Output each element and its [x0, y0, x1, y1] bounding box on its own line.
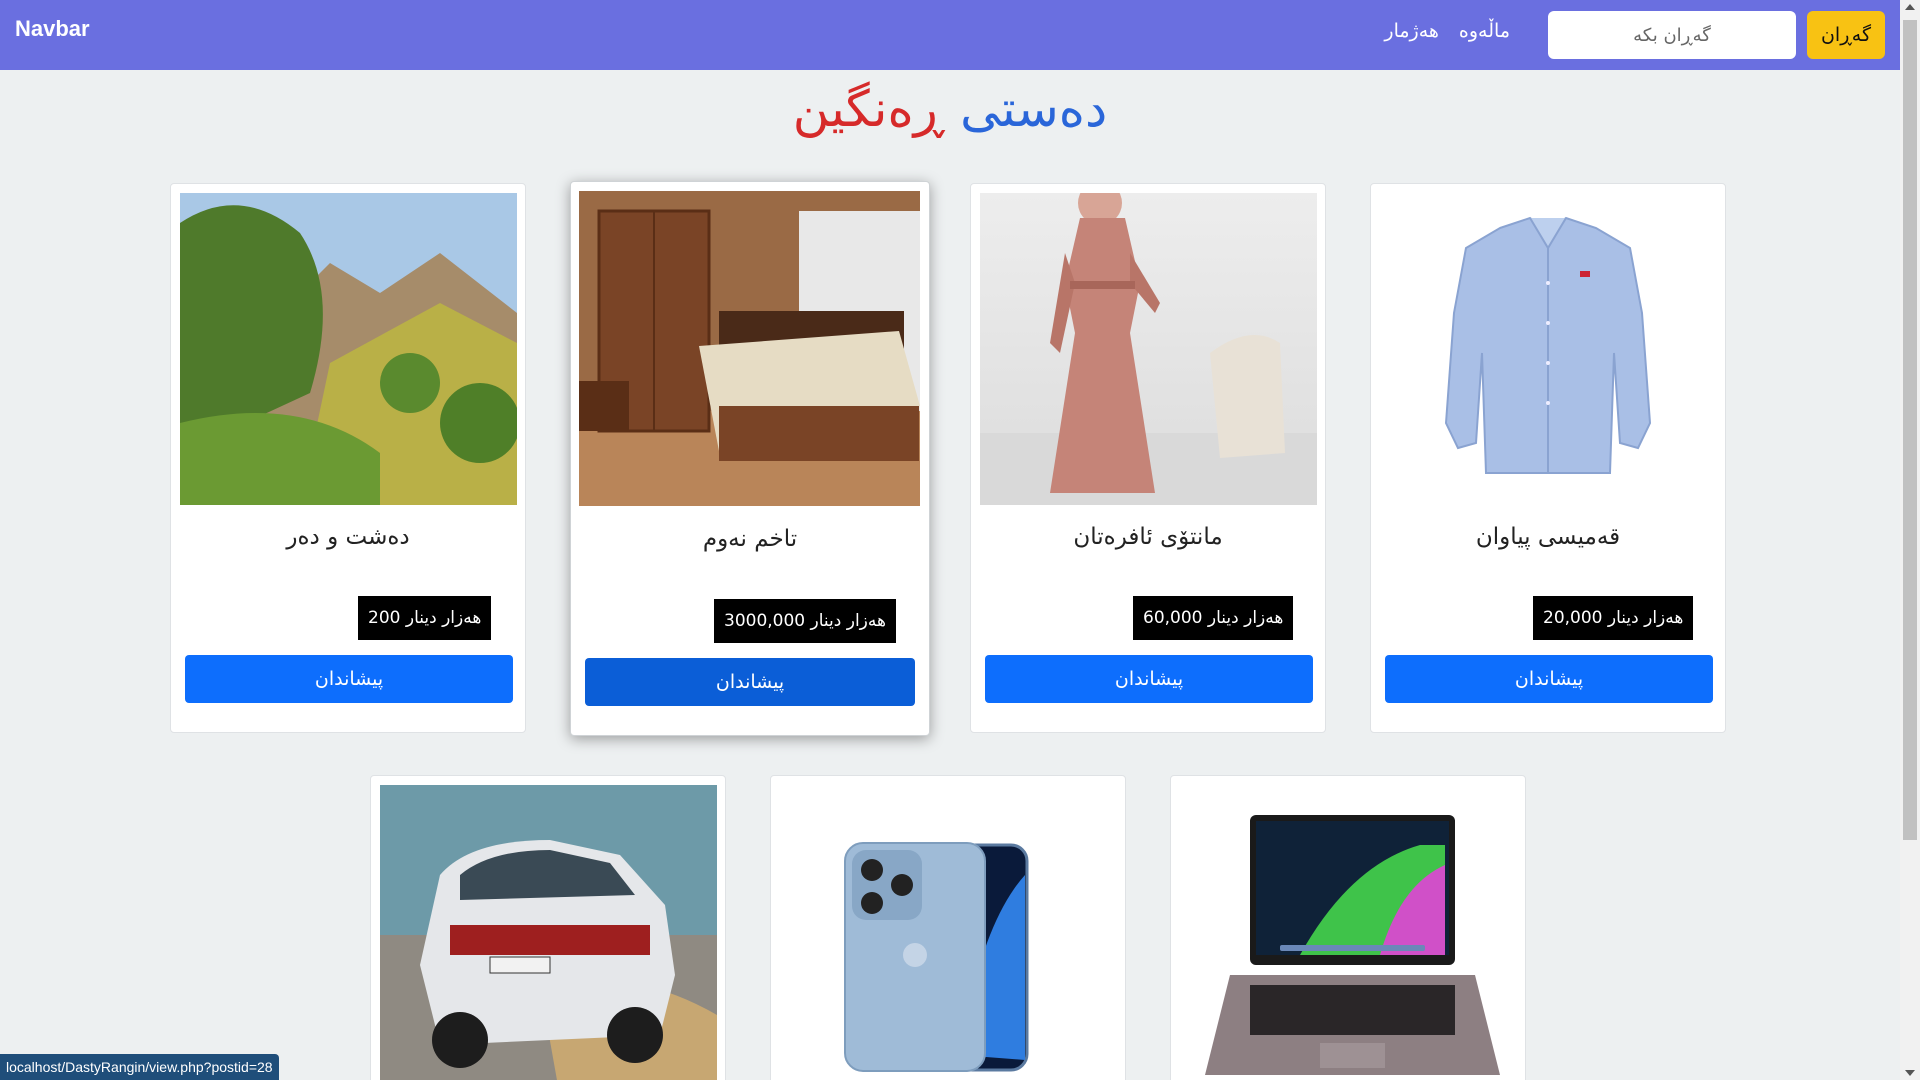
card-title: تاخم نەوم: [702, 526, 798, 552]
page-title-part2: ڕەنگین: [792, 80, 945, 138]
product-card-bedroom: تاخم نەوم هەزار دینار 3000,000 پیشاندان: [570, 181, 930, 736]
product-card-shirt: قەمیسی پیاوان هەزار دینار 20,000 پیشاندا…: [1370, 183, 1726, 733]
nav-link-account[interactable]: هەژمار: [1384, 20, 1439, 42]
navbar-brand[interactable]: Navbar: [15, 16, 90, 42]
nav-links: ماڵەوە هەژمار: [1384, 20, 1510, 42]
search-button[interactable]: گەڕان: [1807, 11, 1885, 59]
view-button[interactable]: پیشاندان: [985, 655, 1313, 703]
product-card-car: [370, 775, 726, 1080]
product-card-phone: [770, 775, 1126, 1080]
card-title: دەشت و دەر: [286, 524, 410, 550]
card-title: قەمیسی پیاوان: [1475, 524, 1621, 550]
status-url: localhost/DastyRangin/view.php?postid=28: [0, 1054, 279, 1080]
price-badge: هەزار دینار 20,000: [1533, 596, 1694, 640]
view-button[interactable]: پیشاندان: [1385, 655, 1713, 703]
bedroom-image: [579, 191, 920, 506]
scroll-down-icon[interactable]: [1905, 1070, 1915, 1076]
page-title-part1: دەستی: [960, 80, 1108, 138]
car-image: [380, 785, 717, 1080]
product-card-laptop: [1170, 775, 1526, 1080]
view-button[interactable]: پیشاندان: [585, 658, 915, 706]
price-badge: هەزار دینار 60,000: [1133, 596, 1294, 640]
price-badge: هەزار دینار 200: [358, 596, 492, 640]
nav-link-home[interactable]: ماڵەوە: [1459, 20, 1510, 42]
scroll-thumb[interactable]: [1903, 20, 1917, 840]
landscape-image: [180, 193, 517, 505]
price-badge: هەزار دینار 3000,000: [714, 599, 896, 643]
search-input[interactable]: [1548, 11, 1796, 59]
dress-image: [980, 193, 1317, 505]
view-button[interactable]: پیشاندان: [185, 655, 513, 703]
scrollbar[interactable]: [1900, 0, 1920, 1080]
laptop-image: [1180, 785, 1517, 1080]
card-title: مانتۆی ئافرەتان: [1073, 524, 1223, 550]
product-card-dress: مانتۆی ئافرەتان هەزار دینار 60,000 پیشان…: [970, 183, 1326, 733]
navbar: Navbar ماڵەوە هەژمار گەڕان: [0, 0, 1900, 70]
shirt-image: [1380, 193, 1717, 505]
phone-image: [780, 785, 1117, 1080]
page-title: دەستی ڕەنگین: [0, 80, 1900, 138]
product-card-landscape: دەشت و دەر هەزار دینار 200 پیشاندان: [170, 183, 526, 733]
scroll-up-icon[interactable]: [1905, 4, 1915, 10]
